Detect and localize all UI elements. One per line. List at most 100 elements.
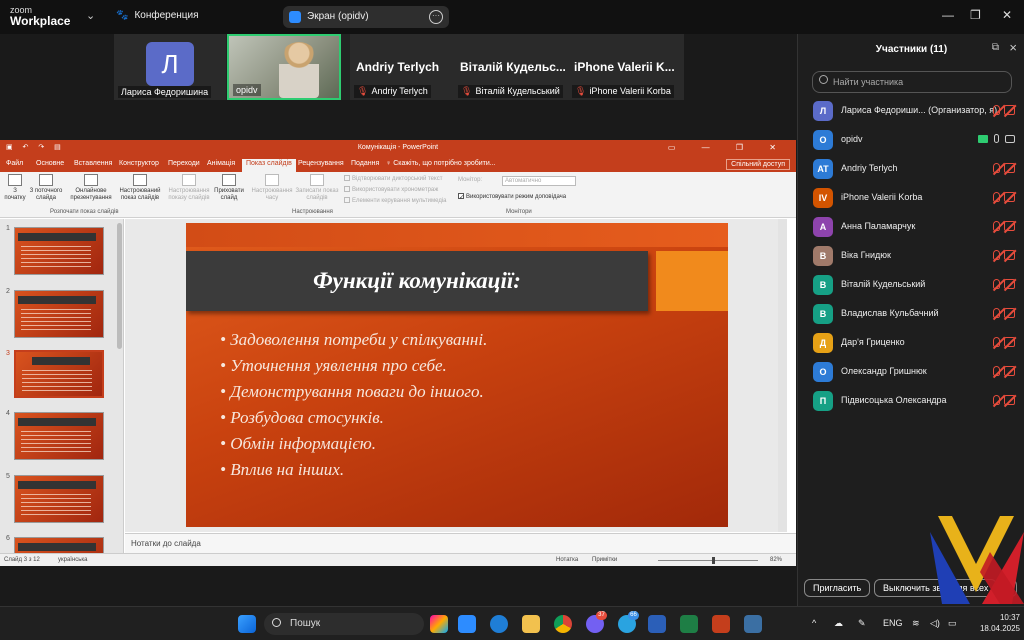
language-indicator[interactable]: ENG	[883, 618, 903, 628]
tab-home[interactable]: Основне	[36, 160, 64, 167]
tab-animations[interactable]: Анімація	[207, 160, 235, 167]
zoom-app-icon[interactable]	[458, 615, 476, 633]
slide-thumbnail[interactable]	[14, 412, 104, 460]
comments-toggle-button[interactable]: Примітки	[592, 557, 617, 563]
mic-off-icon[interactable]	[993, 192, 1000, 202]
pop-out-icon[interactable]: ⧉	[992, 42, 999, 53]
copilot-icon[interactable]	[430, 615, 448, 633]
language-indicator[interactable]: українська	[58, 557, 88, 563]
participant-row[interactable]: Д Дар'я Гриценко	[798, 330, 1024, 359]
mic-off-icon[interactable]	[993, 308, 1000, 318]
camera-off-icon[interactable]	[1004, 366, 1015, 376]
mic-icon[interactable]	[994, 134, 999, 143]
cloud-icon[interactable]: ☁	[834, 618, 843, 629]
participant-search-input[interactable]: Найти участника	[812, 71, 1012, 93]
participant-row[interactable]: Л Лариса Федориши... (Организатор, я)	[798, 98, 1024, 127]
slide-thumbnail[interactable]	[14, 290, 104, 338]
participant-row[interactable]: В Віталій Кудельський	[798, 272, 1024, 301]
video-tile[interactable]: Віталій Кудельс... 🎙 Віталій Кудельський	[454, 34, 568, 100]
participant-row[interactable]: В Владислав Кульбачний	[798, 301, 1024, 330]
edge-icon[interactable]	[490, 615, 508, 633]
taskbar-search[interactable]: Пошук	[264, 613, 424, 635]
camera-off-icon[interactable]	[1004, 221, 1015, 231]
pen-icon[interactable]: ✎	[858, 618, 866, 629]
windows-start-icon[interactable]	[238, 615, 256, 633]
system-clock[interactable]: 10:37 18.04.2025	[966, 612, 1020, 634]
minimize-button[interactable]: —	[942, 8, 954, 22]
current-slide[interactable]: Функції комунікації: Задоволення потреби…	[186, 223, 728, 527]
slide-thumbnail[interactable]	[14, 227, 104, 275]
close-icon[interactable]: ×	[1009, 40, 1017, 55]
photos-icon[interactable]	[744, 615, 762, 633]
tab-slideshow[interactable]: Показ слайдів	[242, 159, 296, 172]
file-explorer-icon[interactable]	[522, 615, 540, 633]
zoom-slider[interactable]	[658, 557, 758, 564]
zoom-level[interactable]: 82%	[770, 557, 782, 563]
camera-off-icon[interactable]	[1004, 337, 1015, 347]
mic-off-icon[interactable]	[993, 337, 1000, 347]
camera-off-icon[interactable]	[1004, 279, 1015, 289]
excel-icon[interactable]	[680, 615, 698, 633]
narration-checkbox[interactable]: Відтворювати дикторський текст	[344, 175, 442, 182]
mic-off-icon[interactable]	[993, 250, 1000, 260]
timings-checkbox[interactable]: Використовувати хронометраж	[344, 186, 438, 193]
camera-icon[interactable]	[1005, 135, 1015, 143]
tab-review[interactable]: Рецензування	[298, 160, 344, 167]
hide-slide-button[interactable]: Приховати слайд	[212, 174, 246, 202]
notes-pane[interactable]: Нотатки до слайда	[125, 533, 796, 553]
slide-bullet-list[interactable]: Задоволення потреби у спілкуванні. Уточн…	[220, 327, 487, 483]
monitor-select[interactable]: Автоматично	[502, 176, 576, 186]
tab-insert[interactable]: Вставлення	[74, 160, 112, 167]
slide-thumbnail[interactable]	[14, 475, 104, 523]
mic-off-icon[interactable]	[993, 105, 1000, 115]
video-tile[interactable]: iPhone Valerii K... 🎙 iPhone Valerii Korb…	[568, 34, 684, 100]
setup-show-button[interactable]: Настроювання показу слайдів	[166, 174, 212, 202]
camera-off-icon[interactable]	[1004, 250, 1015, 260]
powerpoint-icon[interactable]	[712, 615, 730, 633]
restore-button[interactable]: ❐	[970, 8, 981, 22]
tab-view[interactable]: Подання	[351, 160, 379, 167]
slide-thumbnail[interactable]	[14, 537, 104, 553]
mic-off-icon[interactable]	[993, 279, 1000, 289]
camera-off-icon[interactable]	[1004, 192, 1015, 202]
screen-share-pill[interactable]: Экран (opidv) ···	[283, 6, 449, 28]
slide-scrollbar[interactable]	[778, 219, 787, 532]
tab-design[interactable]: Конструктор	[119, 160, 159, 167]
video-tile[interactable]: Л Лариса Федоришина	[114, 34, 226, 100]
slide-title-box[interactable]: Функції комунікації:	[186, 251, 648, 311]
participant-row[interactable]: О Олександр Гришнюк	[798, 359, 1024, 388]
participant-row[interactable]: А Анна Паламарчук	[798, 214, 1024, 243]
mic-off-icon[interactable]	[993, 366, 1000, 376]
record-show-button[interactable]: Записати показ слайдів	[294, 174, 340, 202]
mic-off-icon[interactable]	[993, 163, 1000, 173]
close-button[interactable]: ✕	[1002, 8, 1012, 22]
ppt-window-controls[interactable]: ▭ — ❐ ✕	[668, 143, 788, 152]
participant-row[interactable]: П Підвисоцька Олександра	[798, 388, 1024, 417]
chevron-down-icon[interactable]: ⌄	[86, 9, 95, 22]
notes-toggle-button[interactable]: Нотатка	[556, 557, 578, 563]
tray-chevron-icon[interactable]: ^	[812, 618, 816, 628]
rehearse-timings-button[interactable]: Настроювання часу	[250, 174, 294, 202]
volume-icon[interactable]: ◁)	[930, 618, 940, 629]
camera-off-icon[interactable]	[1004, 308, 1015, 318]
mic-off-icon[interactable]	[993, 221, 1000, 231]
battery-icon[interactable]: ▭	[948, 618, 957, 629]
participant-row[interactable]: В Віка Гнидюк	[798, 243, 1024, 272]
word-icon[interactable]	[648, 615, 666, 633]
meeting-info[interactable]: 🐾 Конференция	[116, 10, 199, 21]
slide-thumbnail-selected[interactable]	[14, 350, 104, 398]
more-options-icon[interactable]: ···	[429, 10, 443, 24]
invite-button[interactable]: Пригласить	[804, 579, 871, 597]
participant-row[interactable]: AT Andriy Terlych	[798, 156, 1024, 185]
tab-transitions[interactable]: Переходи	[168, 160, 200, 167]
from-current-button[interactable]: З поточного слайда	[28, 174, 64, 202]
video-tile[interactable]: Andriy Terlych 🎙 Andriy Terlych	[350, 34, 454, 100]
camera-off-icon[interactable]	[1004, 163, 1015, 173]
participant-row[interactable]: Oopidv	[798, 127, 1024, 156]
custom-show-button[interactable]: Настроюваний показ слайдів	[118, 174, 162, 202]
participant-row[interactable]: IV iPhone Valerii Korba	[798, 185, 1024, 214]
tab-file[interactable]: Файл	[6, 160, 23, 167]
from-beginning-button[interactable]: З початку	[4, 174, 26, 202]
video-tile-active-camera[interactable]: opidv	[227, 34, 341, 100]
present-online-button[interactable]: Онлайнове презентування	[66, 174, 116, 202]
